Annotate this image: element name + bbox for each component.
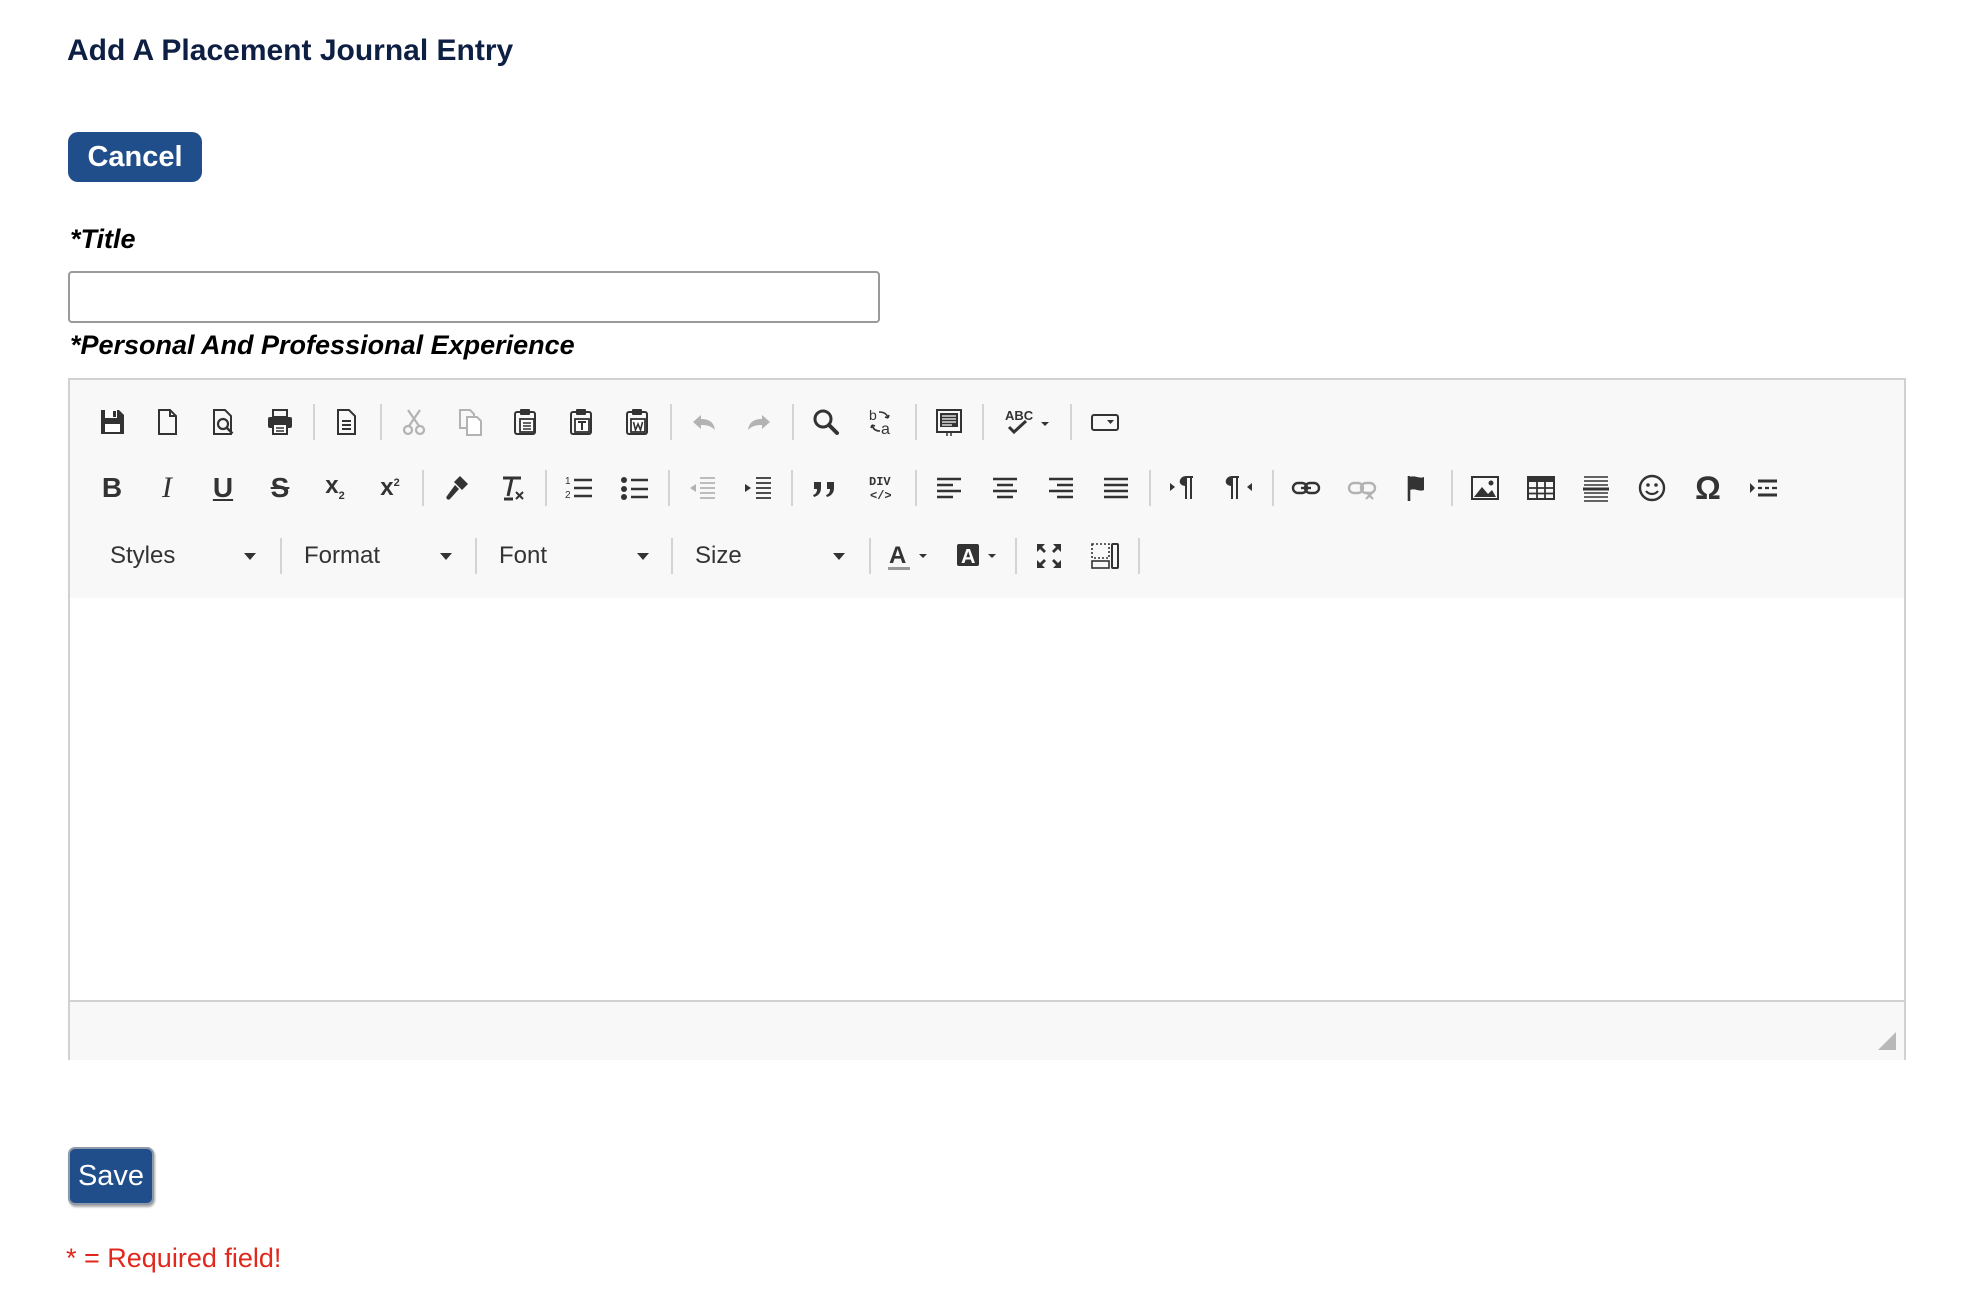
font-dropdown-label: Font xyxy=(499,542,548,569)
outdent-icon[interactable] xyxy=(680,466,724,510)
bold-icon[interactable]: B xyxy=(90,466,134,510)
ltr-icon[interactable] xyxy=(1161,466,1205,510)
svg-text:b: b xyxy=(869,407,877,423)
remove-format-icon[interactable] xyxy=(490,466,534,510)
cancel-button[interactable]: Cancel xyxy=(68,132,202,182)
redo-icon[interactable] xyxy=(737,400,781,444)
experience-label: *Personal And Professional Experience xyxy=(70,330,575,360)
horizontal-rule-icon[interactable] xyxy=(1574,466,1618,510)
title-label: *Title xyxy=(70,224,136,254)
save-icon[interactable] xyxy=(90,400,134,444)
copy-icon[interactable] xyxy=(448,400,492,444)
page-title: Add A Placement Journal Entry xyxy=(67,34,514,67)
format-dropdown[interactable]: Format xyxy=(290,534,466,578)
page: Add A Placement Journal Entry Cancel *Ti… xyxy=(0,0,1970,1310)
form-select-icon[interactable] xyxy=(1083,400,1127,444)
page-break-icon[interactable] xyxy=(1742,466,1786,510)
toolbar-row-3: Styles Format Font Size A A xyxy=(70,532,1904,580)
numbered-list-icon[interactable]: 12 xyxy=(557,466,601,510)
styles-dropdown-label: Styles xyxy=(110,542,176,569)
rtl-icon[interactable] xyxy=(1217,466,1261,510)
editor-content-area[interactable] xyxy=(70,598,1904,1000)
superscript-icon[interactable]: x2 xyxy=(368,466,412,510)
new-page-icon[interactable] xyxy=(145,400,189,444)
editor-status-bar xyxy=(70,1000,1904,1060)
size-dropdown[interactable]: Size xyxy=(681,534,859,578)
chevron-down-icon xyxy=(440,552,452,560)
title-input[interactable] xyxy=(68,271,880,323)
svg-text:ABC: ABC xyxy=(1005,408,1034,423)
find-icon[interactable] xyxy=(804,400,848,444)
rich-text-editor: ba ABC B I U S x2 x2 1 2 DIV </> Ω Style… xyxy=(68,378,1906,1060)
cut-icon[interactable] xyxy=(392,400,436,444)
save-button[interactable]: Save xyxy=(68,1147,154,1205)
paste-text-icon[interactable] xyxy=(559,400,603,444)
bulleted-list-icon[interactable] xyxy=(613,466,657,510)
svg-text:1: 1 xyxy=(565,476,571,487)
indent-icon[interactable] xyxy=(736,466,780,510)
svg-text:2: 2 xyxy=(565,490,571,501)
resize-grip-icon[interactable] xyxy=(1876,1030,1896,1050)
svg-text:</>: </> xyxy=(870,489,892,503)
size-dropdown-label: Size xyxy=(695,542,742,569)
font-dropdown[interactable]: Font xyxy=(485,534,663,578)
toolbar-row-1: ba ABC xyxy=(70,398,1904,446)
image-icon[interactable] xyxy=(1463,466,1507,510)
svg-text:A: A xyxy=(889,542,906,569)
table-icon[interactable] xyxy=(1519,466,1563,510)
strike-icon[interactable]: S xyxy=(258,466,302,510)
print-icon[interactable] xyxy=(258,400,302,444)
svg-text:a: a xyxy=(881,421,890,438)
required-field-note: * = Required field! xyxy=(66,1243,282,1273)
subscript-icon[interactable]: x2 xyxy=(313,466,357,510)
special-char-icon[interactable]: Ω xyxy=(1686,466,1730,510)
svg-text:A: A xyxy=(961,546,975,568)
format-dropdown-label: Format xyxy=(304,542,381,569)
show-blocks-icon[interactable] xyxy=(1083,534,1127,578)
svg-text:DIV: DIV xyxy=(869,475,891,489)
undo-icon[interactable] xyxy=(682,400,726,444)
text-color-icon[interactable]: A xyxy=(881,534,937,578)
blockquote-icon[interactable] xyxy=(803,466,847,510)
background-color-icon[interactable]: A xyxy=(950,534,1006,578)
maximize-icon[interactable] xyxy=(1027,534,1071,578)
italic-icon[interactable]: I xyxy=(145,466,189,510)
link-icon[interactable] xyxy=(1284,466,1328,510)
select-all-icon[interactable] xyxy=(927,400,971,444)
preview-icon[interactable] xyxy=(201,400,245,444)
paste-icon[interactable] xyxy=(503,400,547,444)
align-center-icon[interactable] xyxy=(983,466,1027,510)
chevron-down-icon xyxy=(833,552,845,560)
justify-icon[interactable] xyxy=(1094,466,1138,510)
paste-word-icon[interactable] xyxy=(615,400,659,444)
copy-format-icon[interactable] xyxy=(434,466,478,510)
underline-icon[interactable]: U xyxy=(201,466,245,510)
toolbar-row-2: B I U S x2 x2 12 DIV </> Ω xyxy=(70,464,1904,512)
spellcheck-icon[interactable]: ABC xyxy=(994,400,1064,444)
styles-dropdown[interactable]: Styles xyxy=(96,534,270,578)
chevron-down-icon xyxy=(637,552,649,560)
chevron-down-icon xyxy=(244,552,256,560)
align-left-icon[interactable] xyxy=(927,466,971,510)
create-div-icon[interactable]: DIV </> xyxy=(860,466,904,510)
templates-icon[interactable] xyxy=(324,400,368,444)
unlink-icon[interactable] xyxy=(1340,466,1384,510)
align-right-icon[interactable] xyxy=(1039,466,1083,510)
smiley-icon[interactable] xyxy=(1630,466,1674,510)
anchor-icon[interactable] xyxy=(1396,466,1440,510)
replace-icon[interactable]: ba xyxy=(860,400,904,444)
editor-toolbar: ba ABC B I U S x2 x2 1 2 DIV </> Ω Style… xyxy=(70,380,1904,600)
